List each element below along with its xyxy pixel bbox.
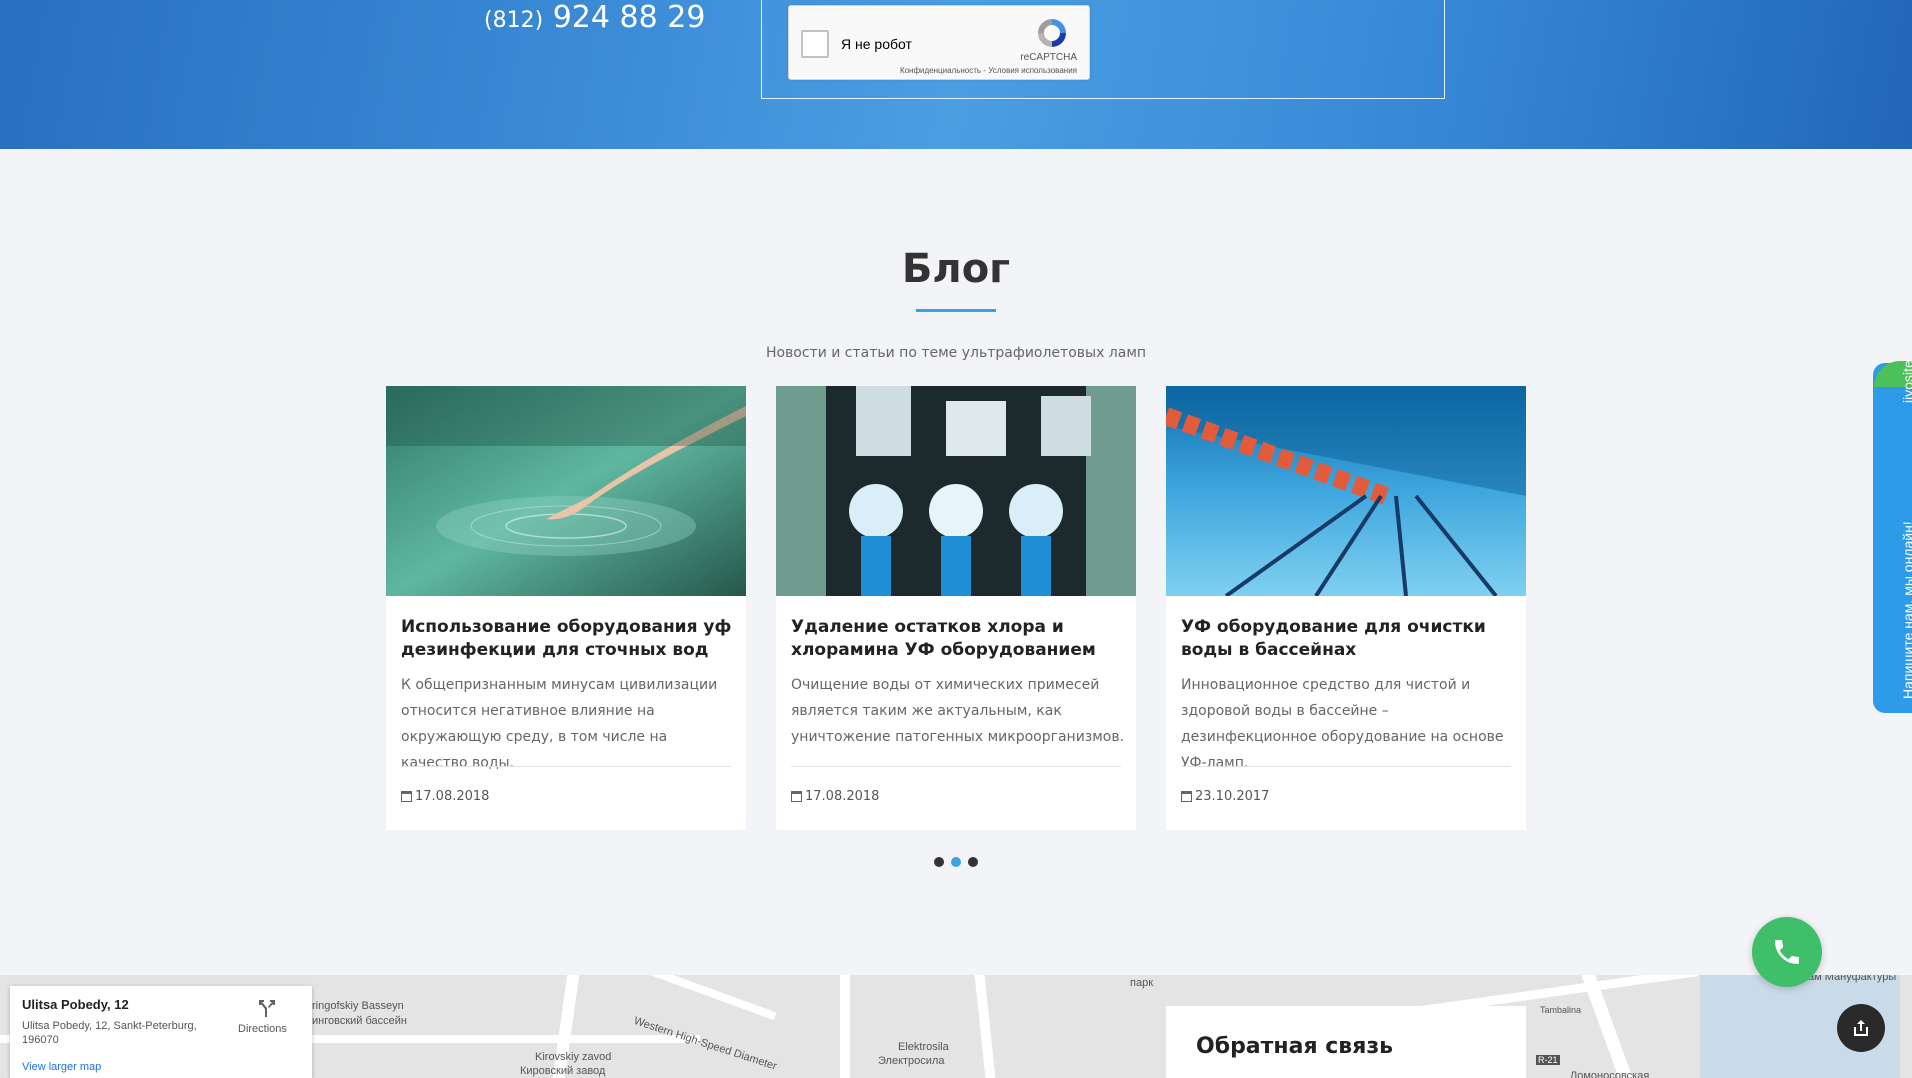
pagination-dot-3[interactable] [968, 857, 978, 867]
map-label: парк [1130, 977, 1154, 989]
pagination-dot-1[interactable] [934, 857, 944, 867]
blog-card-title[interactable]: УФ оборудование для очистки воды в бассе… [1181, 616, 1516, 662]
blog-card-date-text: 17.08.2018 [415, 789, 490, 804]
hero-band: (812) 924 88 29 Я не робот reCAPTCHA Кон… [0, 0, 1912, 149]
chat-brand: jivosite [1900, 360, 1912, 403]
call-button[interactable] [1752, 917, 1822, 987]
blog-card-date: 23.10.2017 [1181, 789, 1269, 804]
blog-card-date: 17.08.2018 [401, 789, 489, 804]
blog-card-divider [1181, 766, 1511, 767]
map-label: Kirovskiy zavod [535, 1051, 612, 1063]
water-hand-image[interactable] [386, 386, 746, 596]
blog-subtitle: Новости и статьи по теме ультрафиолетовы… [765, 345, 1147, 361]
blog-title: Блог [901, 246, 1011, 292]
chat-widget-tab[interactable]: jivosite Напишите нам, мы онлайн! [1873, 360, 1912, 713]
calendar-icon [1181, 791, 1192, 802]
recaptcha-terms-link[interactable]: Конфиденциальность - Условия использован… [900, 66, 1077, 75]
recaptcha-label: Я не робот [841, 36, 912, 52]
map-label: Elektrosila [898, 1041, 949, 1053]
directions-label[interactable]: Directions [238, 1023, 287, 1035]
blog-card[interactable]: Использование оборудования уф дезинфекци… [386, 386, 746, 830]
map-info-card: Ulitsa Pobedy, 12 Ulitsa Pobedy, 12, San… [10, 986, 312, 1078]
blog-card-divider [791, 766, 1121, 767]
directions-icon[interactable] [256, 998, 278, 1018]
calendar-icon [401, 791, 412, 802]
map-address: Ulitsa Pobedy, 12, Sankt-Peterburg, 1960… [22, 1020, 197, 1046]
blog-title-underline [916, 309, 996, 312]
chat-message: Напишите нам, мы онлайн! [1900, 521, 1912, 699]
recaptcha-brand: reCAPTCHA [1020, 52, 1077, 63]
blog-card-title[interactable]: Удаление остатков хлора и хлорамина УФ о… [791, 616, 1126, 662]
share-button[interactable] [1837, 1004, 1885, 1052]
blog-card-date-text: 23.10.2017 [1195, 789, 1270, 804]
map-label: инговский бассейн [312, 1015, 407, 1027]
map-label: ам Мануфактуры [1808, 975, 1897, 983]
blog-card-text: Очищение воды от химических примесей явл… [791, 677, 1125, 745]
map-route-badge: R-21 [1536, 1055, 1560, 1065]
blog-card-date: 17.08.2018 [791, 789, 879, 804]
recaptcha-logo-icon [1038, 19, 1066, 47]
uv-equipment-image[interactable] [776, 386, 1136, 596]
phone-digits: 924 88 29 [552, 0, 706, 35]
recaptcha-checkbox[interactable] [801, 30, 829, 58]
phone-number[interactable]: (812) 924 88 29 [484, 0, 705, 35]
swimming-pool-image[interactable] [1166, 386, 1526, 596]
feedback-card: Обратная связь [1166, 1006, 1526, 1078]
blog-card-divider [401, 766, 731, 767]
blog-card-text: К общепризнанным минусам цивилизации отн… [401, 677, 718, 771]
feedback-title: Обратная связь [1196, 1034, 1394, 1059]
map-label: ringofskiy Basseyn [312, 1000, 404, 1012]
recaptcha-widget: Я не робот reCAPTCHA Конфиденциальность … [788, 5, 1090, 80]
pagination-dot-2[interactable] [951, 857, 961, 867]
phone-code: (812) [484, 8, 544, 33]
blog-card-date-text: 17.08.2018 [805, 789, 880, 804]
view-larger-map-link[interactable]: View larger map [22, 1061, 101, 1073]
blog-card-text: Инновационное средство для чистой и здор… [1181, 677, 1504, 771]
calendar-icon [791, 791, 802, 802]
map-label: Western High-Speed Diameter [632, 1015, 779, 1073]
map-label: Электросила [878, 1055, 945, 1067]
share-icon [1854, 1020, 1868, 1036]
blog-card-title[interactable]: Использование оборудования уф дезинфекци… [401, 616, 736, 662]
map-label: Ломоносовская [1570, 1070, 1650, 1078]
map-label: Кировский завод [520, 1065, 606, 1077]
blog-card[interactable]: УФ оборудование для очистки воды в бассе… [1166, 386, 1526, 830]
map-place-name: Ulitsa Pobedy, 12 [22, 997, 129, 1012]
map-label: Tambalina [1540, 1005, 1582, 1015]
blog-pagination [934, 857, 978, 867]
blog-card[interactable]: Удаление остатков хлора и хлорамина УФ о… [776, 386, 1136, 830]
phone-icon [1775, 940, 1799, 964]
